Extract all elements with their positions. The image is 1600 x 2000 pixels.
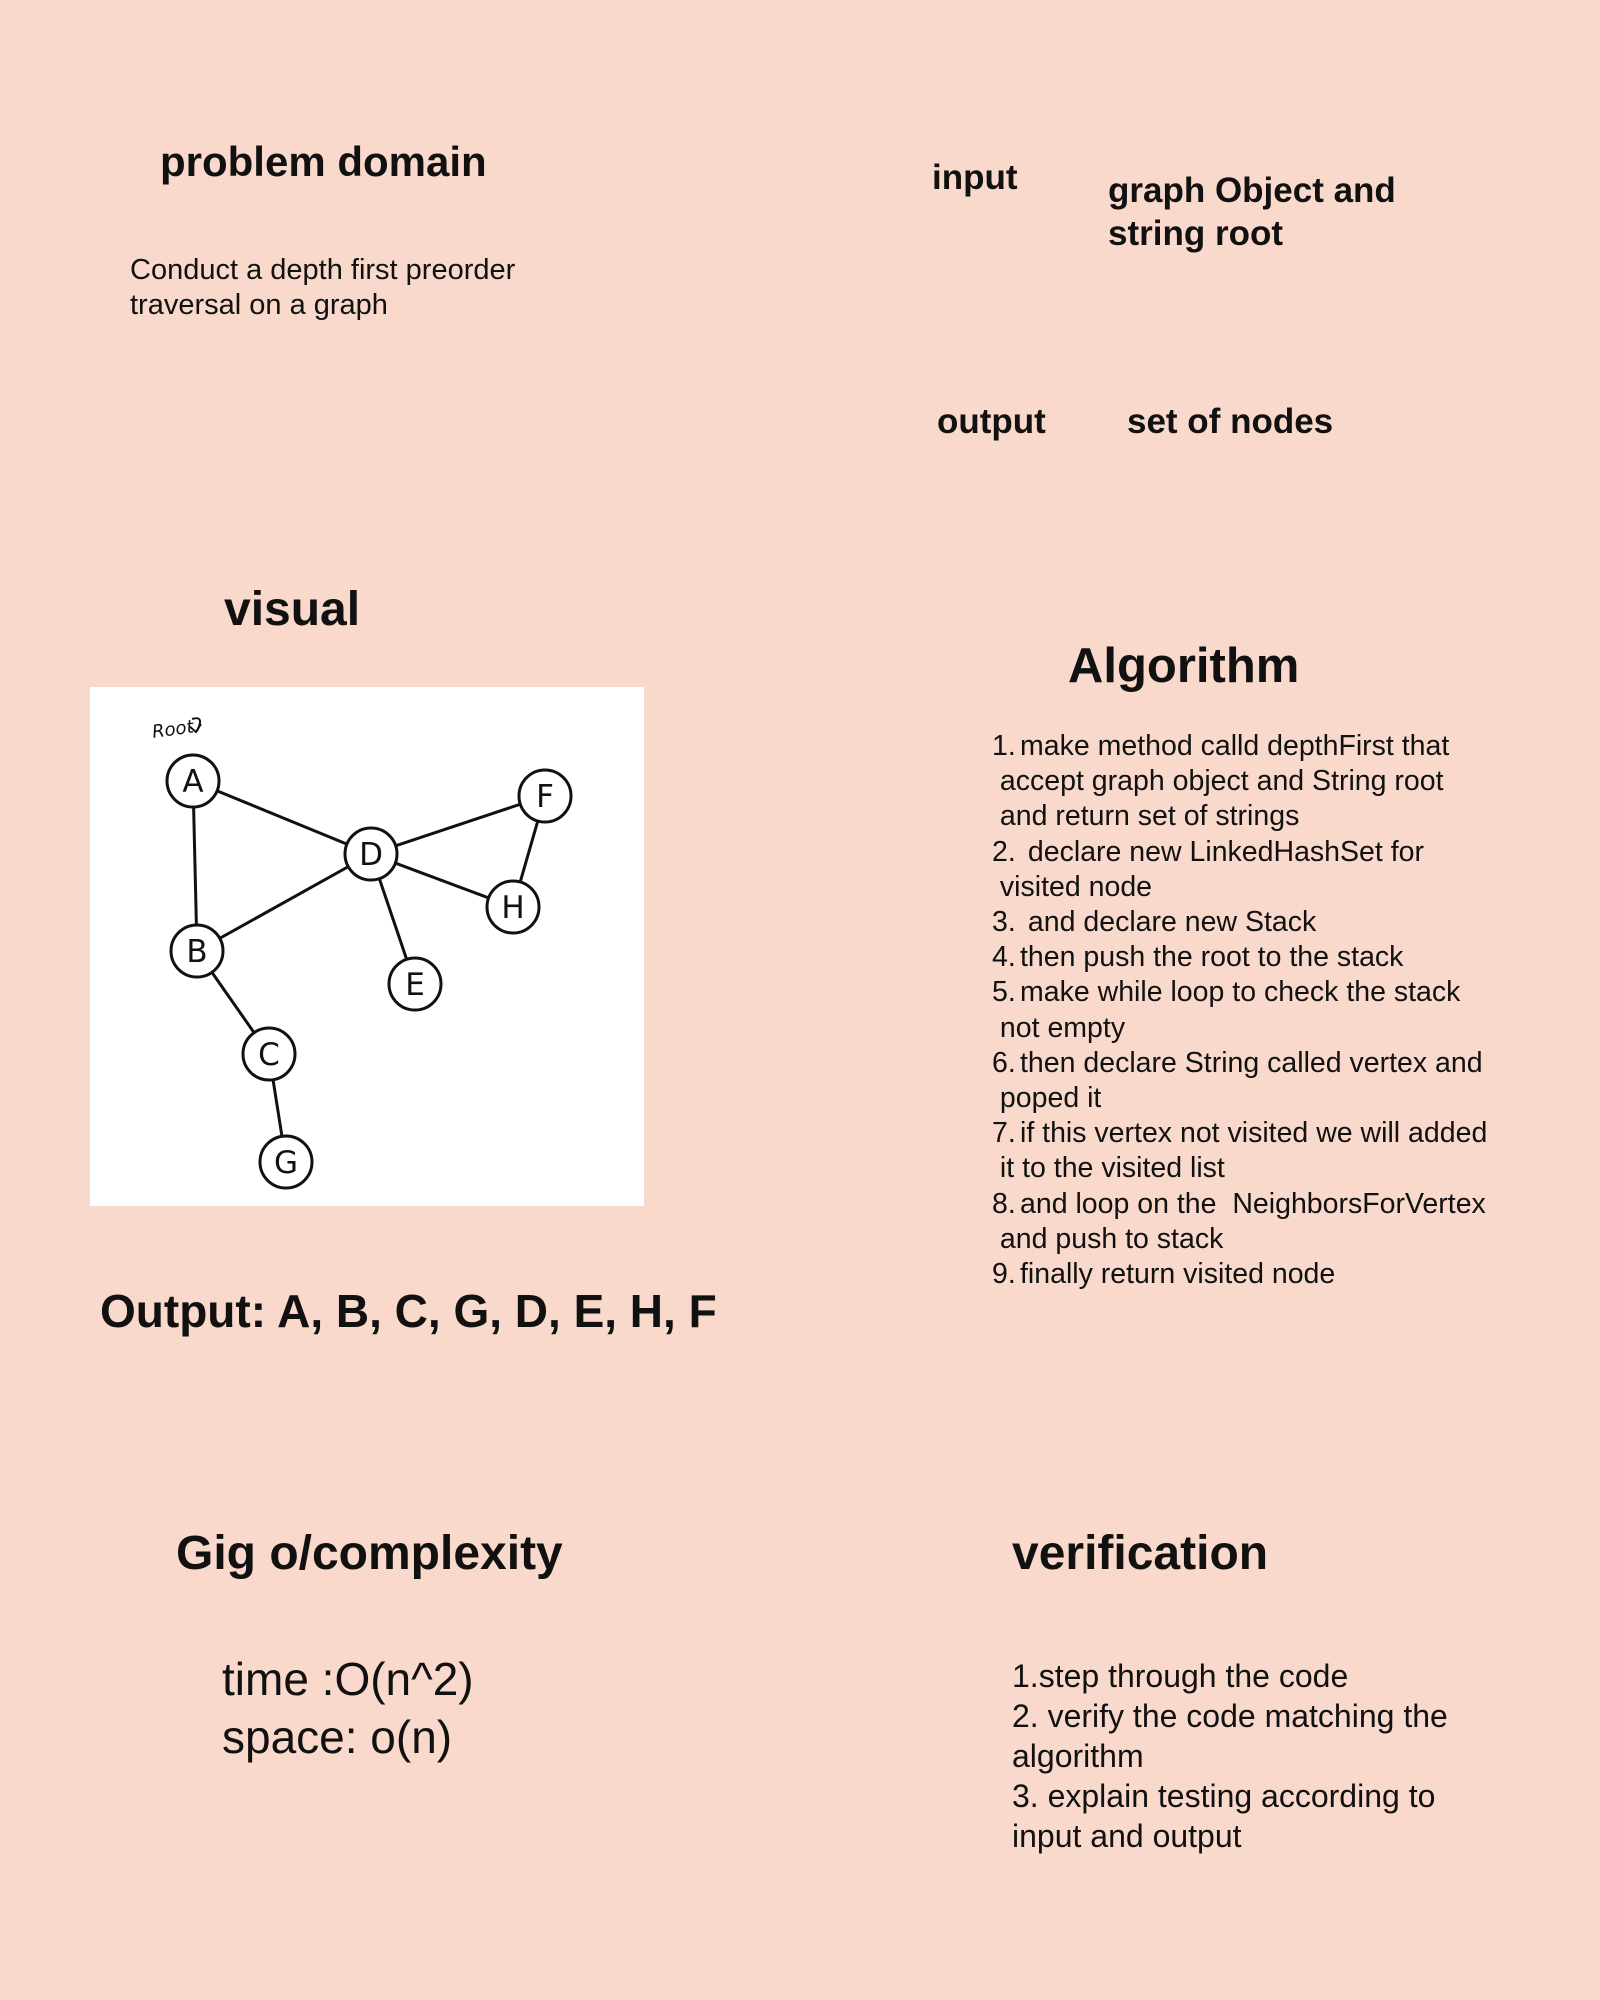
root-annotation: Root bbox=[151, 716, 196, 743]
problem-domain-heading: problem domain bbox=[160, 138, 487, 185]
algorithm-step: 2. declare new LinkedHashSet for visited… bbox=[992, 835, 1552, 905]
input-label: input bbox=[932, 158, 1018, 197]
algorithm-step-text: and declare new Stack bbox=[1020, 906, 1317, 939]
algorithm-steps: 1. make method calld depthFirst that acce… bbox=[992, 729, 1552, 1292]
graph-node-g: G bbox=[258, 1134, 314, 1190]
output-label: output bbox=[937, 402, 1046, 441]
algorithm-step-text: make method calld depthFirst that accept… bbox=[999, 730, 1450, 833]
space-complexity: space: o(n) bbox=[222, 1711, 453, 1763]
algorithm-step: 1. make method calld depthFirst that acce… bbox=[992, 729, 1552, 835]
verification-step: 2. verify the code matching the algorith… bbox=[1012, 1698, 1448, 1774]
verification-heading: verification bbox=[1012, 1527, 1269, 1580]
graph-node-label: E bbox=[405, 967, 425, 1003]
time-complexity: time :O(n^2) bbox=[222, 1653, 474, 1705]
graph-node-b: B bbox=[169, 923, 225, 979]
algorithm-step: 3. and declare new Stack bbox=[992, 905, 1552, 940]
algorithm-step-number: 9. bbox=[992, 1258, 1016, 1291]
graph-edge-a-d bbox=[192, 779, 372, 856]
graph-node-label: D bbox=[359, 837, 383, 873]
graph-node-label: B bbox=[186, 934, 207, 970]
algorithm-step-text: finally return visited node bbox=[1020, 1258, 1336, 1291]
algorithm-step-number: 3. bbox=[992, 906, 1016, 939]
graph-node-label: H bbox=[501, 890, 524, 926]
graph-edge-b-d bbox=[196, 852, 372, 953]
algorithm-step-text: make while loop to check the stack not e… bbox=[999, 976, 1461, 1044]
graph-node-e: E bbox=[387, 956, 443, 1012]
complexity-heading: Gig o/complexity bbox=[176, 1527, 563, 1580]
algorithm-step-number: 1. bbox=[992, 730, 1016, 762]
algorithm-step: 4. then push the root to the stack bbox=[992, 940, 1552, 975]
algorithm-step: 6. then declare String called vertex and … bbox=[992, 1046, 1552, 1116]
graph-node-a: A bbox=[165, 753, 221, 809]
algorithm-step-text: declare new LinkedHashSet for visited no… bbox=[999, 835, 1424, 903]
algorithm-heading: Algorithm bbox=[1068, 639, 1300, 693]
verification-steps: 1.step through the code 2. verify the cod… bbox=[1012, 1656, 1512, 1856]
output-value: set of nodes bbox=[1127, 402, 1334, 441]
algorithm-step: 7. if this vertex not visited we will add… bbox=[992, 1116, 1552, 1186]
algorithm-step-text: and loop on the NeighborsForVertex and p… bbox=[999, 1187, 1486, 1255]
graph-node-label: A bbox=[182, 764, 203, 800]
graph-node-h: H bbox=[485, 879, 541, 935]
algorithm-step-text: then push the root to the stack bbox=[1020, 941, 1404, 974]
graph-node-label: G bbox=[274, 1145, 298, 1181]
verification-step: 1.step through the code bbox=[1012, 1658, 1349, 1694]
graph-node-c: C bbox=[241, 1026, 297, 1082]
visual-heading: visual bbox=[224, 583, 361, 636]
verification-step: 3. explain testing according to input an… bbox=[1012, 1778, 1436, 1854]
algorithm-step-text: then declare String called vertex and po… bbox=[999, 1046, 1483, 1115]
algorithm-step: 8. and loop on the NeighborsForVertex and… bbox=[992, 1187, 1552, 1257]
graph-edge-d-f bbox=[370, 794, 546, 856]
problem-description: Conduct a depth first preorder traversal… bbox=[130, 254, 516, 321]
algorithm-step: 5. make while loop to check the stack not… bbox=[992, 975, 1552, 1045]
input-value: graph Object and string root bbox=[1108, 171, 1396, 253]
algorithm-step: 9. finally return visited node bbox=[992, 1257, 1552, 1292]
algorithm-step-text: if this vertex not visited we will added… bbox=[999, 1117, 1488, 1185]
graph-node-f: F bbox=[517, 768, 573, 824]
algorithm-step-number: 8. bbox=[992, 1187, 1016, 1220]
algorithm-step-number: 7. bbox=[992, 1117, 1016, 1150]
algorithm-step-number: 2. bbox=[992, 835, 1016, 868]
traversal-output: Output: A, B, C, G, D, E, H, F bbox=[100, 1285, 717, 1337]
algorithm-step-number: 5. bbox=[992, 976, 1016, 1009]
graph-node-d: D bbox=[343, 826, 399, 882]
graph-diagram: Root A B C D E F G H bbox=[151, 716, 573, 1190]
graph-node-label: F bbox=[536, 779, 554, 815]
graph-node-label: C bbox=[258, 1037, 280, 1073]
algorithm-step-number: 4. bbox=[992, 941, 1016, 974]
graph-panel: Root A B C D E F G H bbox=[90, 687, 644, 1206]
algorithm-step-number: 6. bbox=[992, 1046, 1016, 1079]
